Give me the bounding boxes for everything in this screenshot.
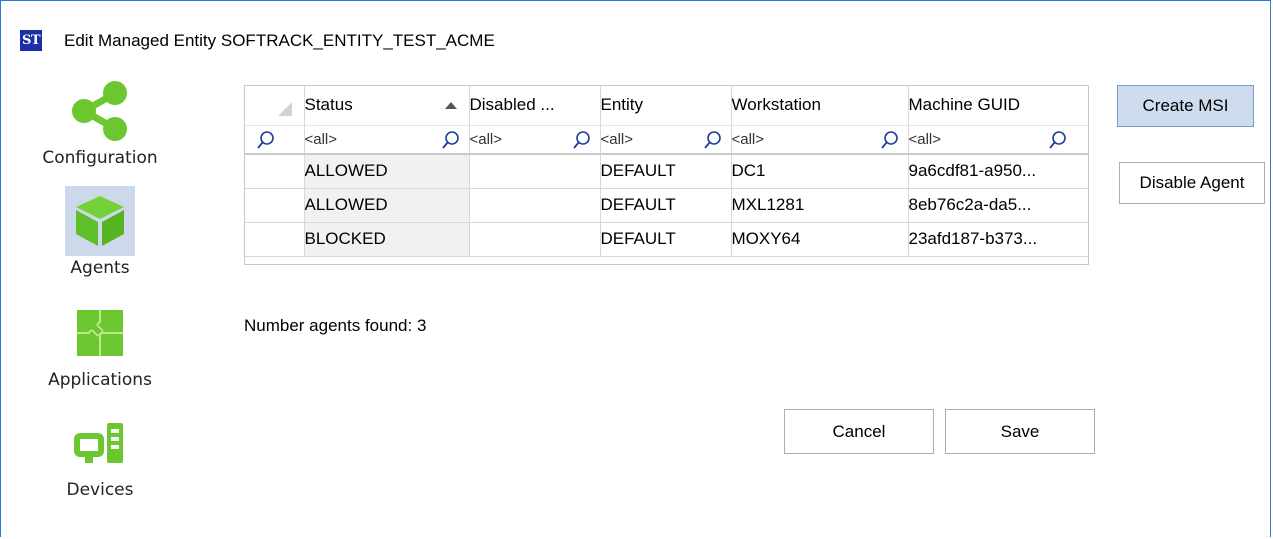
window-title: Edit Managed Entity SOFTRACK_ENTITY_TEST… <box>64 31 495 50</box>
column-header-entity[interactable]: Entity <box>600 86 732 126</box>
column-header-label: Machine GUID <box>908 95 1020 115</box>
sidebar-item-label: Agents <box>70 258 130 278</box>
sidebar-item-applications[interactable]: Applications <box>10 298 190 390</box>
filter-placeholder: <all> <box>304 130 338 148</box>
table-row[interactable]: ALLOWED DEFAULT DC1 9a6cdf81-a950... <box>245 154 1088 189</box>
create-msi-button[interactable]: Create MSI <box>1117 85 1254 127</box>
cell-entity[interactable]: DEFAULT <box>600 222 732 257</box>
search-icon[interactable] <box>703 130 723 150</box>
cell-disabled[interactable] <box>469 154 601 189</box>
filter-status-input[interactable]: <all> <box>304 125 470 155</box>
cell-disabled[interactable] <box>469 188 601 223</box>
agents-grid[interactable]: Status Disabled ... Entity Workstation M… <box>244 85 1089 265</box>
select-all-corner[interactable] <box>245 86 305 126</box>
save-button[interactable]: Save <box>945 409 1095 454</box>
search-icon[interactable] <box>880 130 900 150</box>
cell-disabled[interactable] <box>469 222 601 257</box>
cell-entity[interactable]: DEFAULT <box>600 188 732 223</box>
devices-icon <box>65 408 135 478</box>
cell-status[interactable]: ALLOWED <box>304 188 470 223</box>
column-header-disabled[interactable]: Disabled ... <box>469 86 601 126</box>
cell-machine-guid[interactable]: 23afd187-b373... <box>908 222 1088 257</box>
column-header-label: Workstation <box>731 95 821 115</box>
filter-row-header[interactable] <box>245 125 305 155</box>
search-icon[interactable] <box>572 130 592 150</box>
column-header-label: Entity <box>600 95 644 115</box>
puzzle-icon <box>65 298 135 368</box>
sidebar-item-agents[interactable]: Agents <box>10 186 190 278</box>
filter-placeholder: <all> <box>600 130 634 148</box>
cell-status[interactable]: BLOCKED <box>304 222 470 257</box>
row-header[interactable] <box>245 222 305 257</box>
sort-ascending-icon <box>444 102 457 109</box>
cell-status[interactable]: ALLOWED <box>304 154 470 189</box>
agents-found-count: Number agents found: 3 <box>244 316 427 335</box>
sidebar-item-devices[interactable]: Devices <box>10 408 190 500</box>
sidebar-item-label: Applications <box>48 370 152 390</box>
cell-machine-guid[interactable]: 8eb76c2a-da5... <box>908 188 1088 223</box>
cell-workstation[interactable]: DC1 <box>731 154 909 189</box>
disable-agent-button[interactable]: Disable Agent <box>1119 162 1265 204</box>
search-icon[interactable] <box>1048 130 1068 150</box>
sidebar-item-label: Configuration <box>42 148 158 168</box>
column-header-label: Disabled ... <box>469 95 555 115</box>
search-icon[interactable] <box>441 130 461 150</box>
row-header[interactable] <box>245 154 305 189</box>
column-header-status[interactable]: Status <box>304 86 470 126</box>
search-icon <box>257 130 274 149</box>
filter-placeholder: <all> <box>731 130 765 148</box>
filter-placeholder: <all> <box>908 130 942 148</box>
row-header[interactable] <box>245 188 305 223</box>
cell-workstation[interactable]: MXL1281 <box>731 188 909 223</box>
filter-placeholder: <all> <box>469 130 503 148</box>
column-header-label: Status <box>304 95 353 115</box>
cube-icon <box>65 186 135 256</box>
table-row[interactable]: BLOCKED DEFAULT MOXY64 23afd187-b373... <box>245 222 1088 257</box>
share-icon <box>65 76 135 146</box>
filter-workstation-input[interactable]: <all> <box>731 125 909 155</box>
cell-workstation[interactable]: MOXY64 <box>731 222 909 257</box>
sidebar-item-configuration[interactable]: Configuration <box>10 76 190 168</box>
app-logo: ST <box>20 30 42 51</box>
column-header-machine-guid[interactable]: Machine GUID <box>908 86 1088 126</box>
filter-machine-guid-input[interactable]: <all> <box>908 125 1088 155</box>
column-header-workstation[interactable]: Workstation <box>731 86 909 126</box>
cell-entity[interactable]: DEFAULT <box>600 154 732 189</box>
sidebar-item-label: Devices <box>66 480 134 500</box>
filter-disabled-input[interactable]: <all> <box>469 125 601 155</box>
table-row[interactable]: ALLOWED DEFAULT MXL1281 8eb76c2a-da5... <box>245 188 1088 223</box>
filter-entity-input[interactable]: <all> <box>600 125 732 155</box>
cancel-button[interactable]: Cancel <box>784 409 934 454</box>
cell-machine-guid[interactable]: 9a6cdf81-a950... <box>908 154 1088 189</box>
dialog-window <box>0 0 1271 537</box>
